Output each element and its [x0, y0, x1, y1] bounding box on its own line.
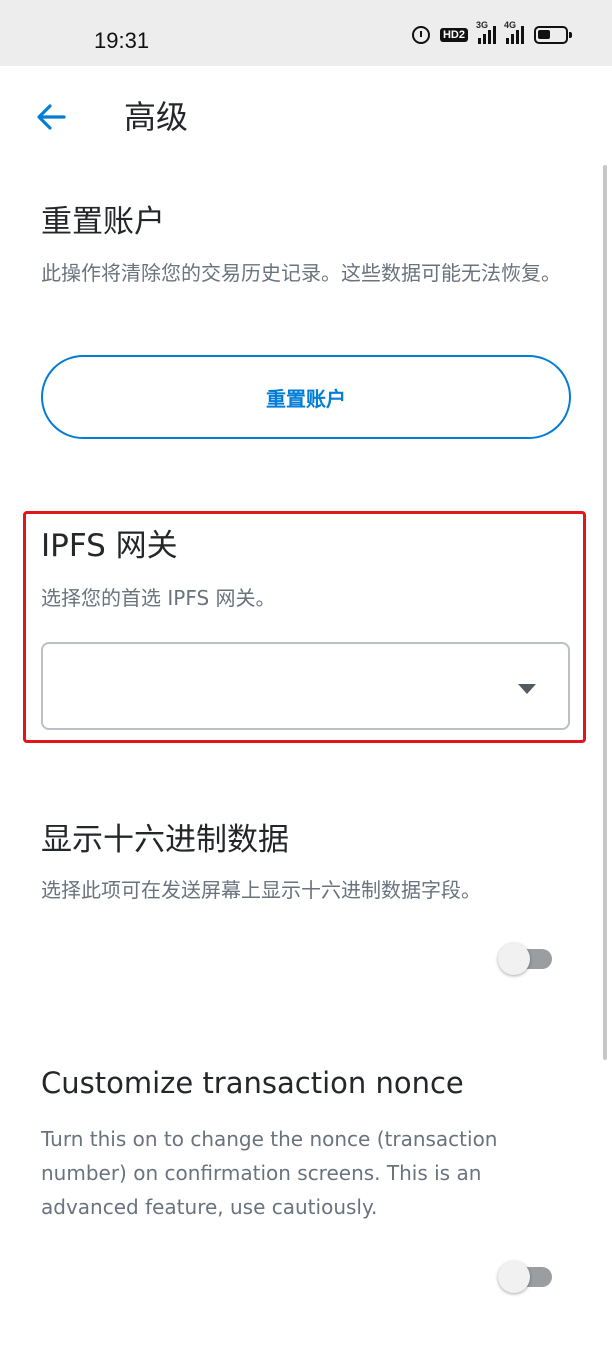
show-hex-data-description: 选择此项可在发送屏幕上显示十六进制数据字段。 [41, 878, 481, 902]
status-time: 19:31 [94, 28, 150, 53]
signal-4g-icon: 4G [504, 20, 524, 44]
battery-icon [534, 26, 572, 44]
status-bar: 19:31 HD2 3G 4G [0, 0, 612, 66]
toggle-knob [498, 943, 530, 975]
signal-3g-label: 3G [476, 20, 489, 30]
status-icons: HD2 3G 4G [411, 20, 572, 44]
show-hex-data-title: 显示十六进制数据 [41, 822, 289, 858]
scrollbar[interactable] [603, 165, 607, 1060]
reset-account-title: 重置账户 [41, 204, 165, 240]
signal-4g-label: 4G [504, 20, 517, 30]
reset-account-button[interactable]: 重置账户 [41, 355, 571, 439]
show-hex-data-toggle[interactable] [498, 942, 554, 976]
ipfs-gateway-title: IPFS 网关 [41, 528, 178, 564]
page-title: 高级 [124, 98, 189, 136]
ipfs-gateway-description: 选择您的首选 IPFS 网关。 [41, 586, 276, 610]
ipfs-gateway-select[interactable] [41, 642, 570, 730]
caret-down-icon [518, 684, 536, 694]
reset-account-description: 此操作将清除您的交易历史记录。这些数据可能无法恢复。 [41, 261, 561, 285]
customize-nonce-title: Customize transaction nonce [41, 1066, 464, 1100]
customize-nonce-description: Turn this on to change the nonce (transa… [41, 1127, 498, 1219]
arrow-left-icon[interactable] [34, 100, 68, 134]
toggle-knob [498, 1261, 530, 1293]
alarm-icon [411, 26, 430, 44]
customize-nonce-toggle[interactable] [498, 1260, 554, 1294]
signal-3g-icon: 3G [476, 20, 496, 44]
hd-icon: HD2 [439, 28, 468, 42]
